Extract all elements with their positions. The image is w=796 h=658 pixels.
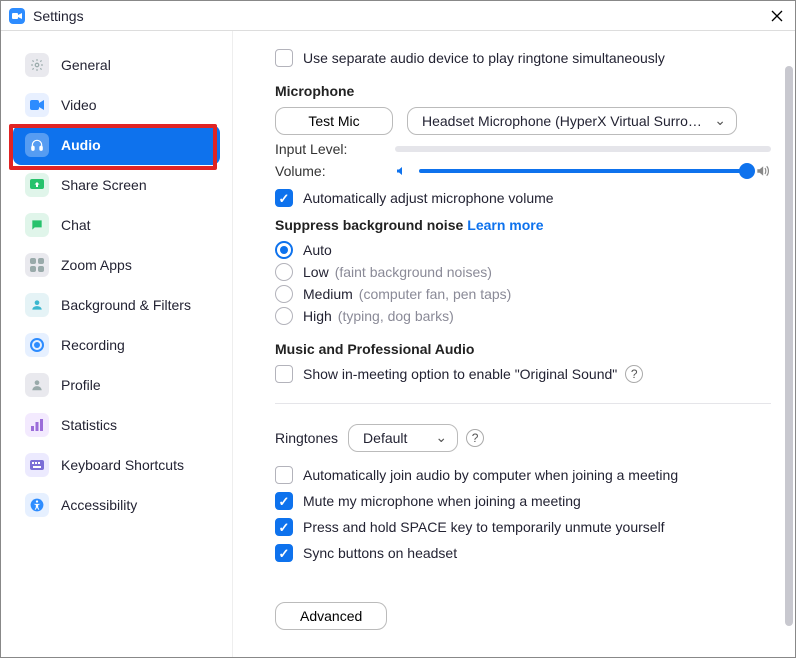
- speaker-low-icon: [395, 165, 411, 177]
- radio-label: Low: [303, 264, 329, 280]
- checkbox-auto-adjust[interactable]: [275, 189, 293, 207]
- sidebar-item-general[interactable]: General: [13, 45, 220, 85]
- share-screen-icon: [25, 173, 49, 197]
- radio-hint: (computer fan, pen taps): [359, 286, 512, 302]
- label-separate-audio: Use separate audio device to play ringto…: [303, 50, 665, 66]
- video-icon: [25, 93, 49, 117]
- sidebar-item-keyboard-shortcuts[interactable]: Keyboard Shortcuts: [13, 445, 220, 485]
- window-title: Settings: [33, 8, 84, 24]
- section-microphone: Microphone: [275, 83, 771, 99]
- radio-noise-auto[interactable]: [275, 241, 293, 259]
- help-icon[interactable]: ?: [625, 365, 643, 383]
- ringtones-label: Ringtones: [275, 430, 338, 446]
- sidebar-item-recording[interactable]: Recording: [13, 325, 220, 365]
- scrollbar[interactable]: [781, 31, 795, 657]
- sidebar-item-share-screen[interactable]: Share Screen: [13, 165, 220, 205]
- sidebar-label: Profile: [61, 377, 101, 393]
- label-original-sound: Show in-meeting option to enable "Origin…: [303, 366, 617, 382]
- checkbox-mute-on-join[interactable]: [275, 492, 293, 510]
- background-filters-icon: [25, 293, 49, 317]
- gear-icon: [25, 53, 49, 77]
- label-auto-adjust: Automatically adjust microphone volume: [303, 190, 554, 206]
- input-level-meter: [395, 146, 771, 152]
- divider: [275, 403, 771, 404]
- content-panel: Use separate audio device to play ringto…: [233, 31, 795, 657]
- sidebar-label: Video: [61, 97, 97, 113]
- profile-icon: [25, 373, 49, 397]
- checkbox-space-unmute[interactable]: [275, 518, 293, 536]
- mic-volume-slider[interactable]: [419, 169, 747, 173]
- apps-icon: [25, 253, 49, 277]
- slider-thumb[interactable]: [739, 163, 755, 179]
- learn-more-link[interactable]: Learn more: [467, 217, 543, 233]
- sidebar-item-video[interactable]: Video: [13, 85, 220, 125]
- zoom-logo-icon: [9, 8, 25, 24]
- chat-icon: [25, 213, 49, 237]
- recording-icon: [25, 333, 49, 357]
- checkbox-separate-audio[interactable]: [275, 49, 293, 67]
- close-button[interactable]: [767, 6, 787, 26]
- section-suppress-noise: Suppress background noise: [275, 217, 463, 233]
- radio-hint: (faint background noises): [335, 264, 492, 280]
- section-music-pro-audio: Music and Professional Audio: [275, 341, 771, 357]
- statistics-icon: [25, 413, 49, 437]
- sidebar: General Video Audio Share Screen Chat: [1, 31, 233, 657]
- sidebar-label: Accessibility: [61, 497, 137, 513]
- mic-device-dropdown[interactable]: Headset Microphone (HyperX Virtual Surro…: [407, 107, 737, 135]
- radio-hint: (typing, dog barks): [338, 308, 454, 324]
- radio-noise-medium[interactable]: [275, 285, 293, 303]
- sidebar-label: Keyboard Shortcuts: [61, 457, 184, 473]
- sidebar-label: Zoom Apps: [61, 257, 132, 273]
- sidebar-label: Statistics: [61, 417, 117, 433]
- sidebar-label: Share Screen: [61, 177, 147, 193]
- radio-label: Auto: [303, 242, 332, 258]
- sidebar-item-audio[interactable]: Audio: [13, 125, 220, 165]
- radio-label: High: [303, 308, 332, 324]
- sidebar-label: General: [61, 57, 111, 73]
- checkbox-auto-join-audio[interactable]: [275, 466, 293, 484]
- advanced-button[interactable]: Advanced: [275, 602, 387, 630]
- ringtones-dropdown[interactable]: Default: [348, 424, 458, 452]
- input-level-label: Input Level:: [275, 141, 395, 157]
- sidebar-item-profile[interactable]: Profile: [13, 365, 220, 405]
- sidebar-item-accessibility[interactable]: Accessibility: [13, 485, 220, 525]
- sidebar-item-chat[interactable]: Chat: [13, 205, 220, 245]
- checkbox-original-sound[interactable]: [275, 365, 293, 383]
- volume-label: Volume:: [275, 163, 395, 179]
- headphones-icon: [25, 133, 49, 157]
- radio-noise-low[interactable]: [275, 263, 293, 281]
- sidebar-item-background-filters[interactable]: Background & Filters: [13, 285, 220, 325]
- radio-noise-high[interactable]: [275, 307, 293, 325]
- speaker-high-icon: [755, 164, 771, 178]
- label-mute-on-join: Mute my microphone when joining a meetin…: [303, 493, 581, 509]
- sidebar-label: Audio: [61, 137, 101, 153]
- scrollbar-thumb[interactable]: [785, 66, 793, 626]
- sidebar-item-zoom-apps[interactable]: Zoom Apps: [13, 245, 220, 285]
- label-sync-headset: Sync buttons on headset: [303, 545, 457, 561]
- test-mic-button[interactable]: Test Mic: [275, 107, 393, 135]
- checkbox-sync-headset[interactable]: [275, 544, 293, 562]
- help-icon[interactable]: ?: [466, 429, 484, 447]
- titlebar: Settings: [1, 1, 795, 31]
- radio-label: Medium: [303, 286, 353, 302]
- sidebar-label: Background & Filters: [61, 297, 191, 313]
- keyboard-icon: [25, 453, 49, 477]
- label-auto-join: Automatically join audio by computer whe…: [303, 467, 678, 483]
- sidebar-label: Chat: [61, 217, 91, 233]
- sidebar-item-statistics[interactable]: Statistics: [13, 405, 220, 445]
- sidebar-label: Recording: [61, 337, 125, 353]
- accessibility-icon: [25, 493, 49, 517]
- label-space-unmute: Press and hold SPACE key to temporarily …: [303, 519, 665, 535]
